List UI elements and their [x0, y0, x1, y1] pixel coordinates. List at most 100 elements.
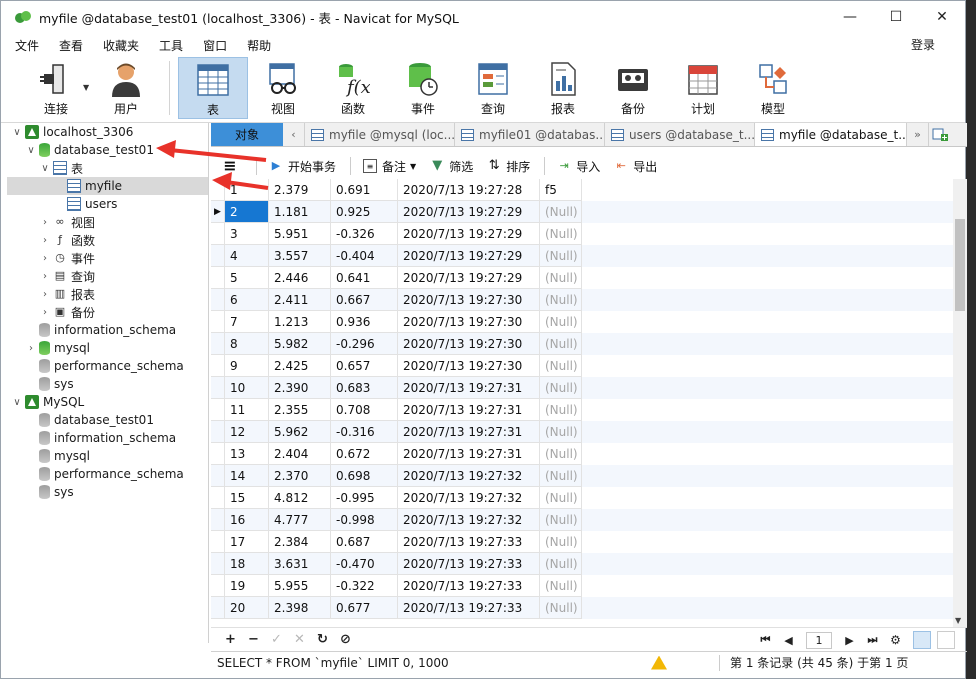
- table-row[interactable]: 6 2.411 0.667 2020/7/13 19:27:30 (Null): [211, 289, 953, 311]
- import-button[interactable]: ⇥ 导入: [557, 158, 601, 175]
- cell-null[interactable]: (Null): [540, 223, 582, 245]
- cell-value[interactable]: 0.657: [331, 355, 398, 377]
- cell-value[interactable]: 0.698: [331, 465, 398, 487]
- table-row[interactable]: 10 2.390 0.683 2020/7/13 19:27:31 (Null): [211, 377, 953, 399]
- cell-value[interactable]: 5.962: [269, 421, 331, 443]
- cell-id[interactable]: 12: [225, 421, 269, 443]
- cell-value[interactable]: 5.982: [269, 333, 331, 355]
- cell-value[interactable]: -0.322: [331, 575, 398, 597]
- tab-myfile01-database[interactable]: myfile01 @databas...: [455, 123, 605, 146]
- cell-value[interactable]: 4.777: [269, 509, 331, 531]
- table-row[interactable]: 12 5.962 -0.316 2020/7/13 19:27:31 (Null): [211, 421, 953, 443]
- cell-id[interactable]: 11: [225, 399, 269, 421]
- begin-transaction-button[interactable]: ▶ 开始事务: [269, 158, 336, 175]
- table-row[interactable]: 8 5.982 -0.296 2020/7/13 19:27:30 (Null): [211, 333, 953, 355]
- cell-null[interactable]: (Null): [540, 289, 582, 311]
- cell-datetime[interactable]: 2020/7/13 19:27:33: [398, 531, 540, 553]
- cell-value[interactable]: 5.955: [269, 575, 331, 597]
- cell-null[interactable]: (Null): [540, 575, 582, 597]
- cell-value[interactable]: 0.708: [331, 399, 398, 421]
- cell-value[interactable]: 2.425: [269, 355, 331, 377]
- cell-value[interactable]: 3.557: [269, 245, 331, 267]
- tree-item-10[interactable]: › ▣ 备份: [7, 303, 208, 321]
- tab-users-database[interactable]: users @database_t...: [605, 123, 755, 146]
- cell-value[interactable]: -0.316: [331, 421, 398, 443]
- toolbar-backup-button[interactable]: 备份: [598, 57, 668, 119]
- cell-null[interactable]: (Null): [540, 509, 582, 531]
- cell-value[interactable]: 2.404: [269, 443, 331, 465]
- tree-item-performance-schema[interactable]: performance_schema: [7, 465, 208, 483]
- tree-item-mysql[interactable]: ∨ MySQL: [7, 393, 208, 411]
- cell-null[interactable]: (Null): [540, 487, 582, 509]
- table-row[interactable]: 7 1.213 0.936 2020/7/13 19:27:30 (Null): [211, 311, 953, 333]
- cell-datetime[interactable]: 2020/7/13 19:27:33: [398, 575, 540, 597]
- toolbar-user-button[interactable]: 用户: [91, 57, 161, 119]
- cell-id[interactable]: 15: [225, 487, 269, 509]
- cell-value[interactable]: -0.470: [331, 553, 398, 575]
- cell-value[interactable]: 0.667: [331, 289, 398, 311]
- tree-item-users[interactable]: users: [7, 195, 208, 213]
- login-link[interactable]: 登录: [911, 36, 935, 53]
- cell-value[interactable]: 0.687: [331, 531, 398, 553]
- chevron-right-icon[interactable]: ›: [39, 217, 51, 228]
- cell-value[interactable]: 0.691: [331, 179, 398, 201]
- toolbar-connection-button[interactable]: 连接: [21, 57, 91, 119]
- cell-id[interactable]: 18: [225, 553, 269, 575]
- cell-null[interactable]: (Null): [540, 311, 582, 333]
- table-row[interactable]: 1 2.379 0.691 2020/7/13 19:27:28 f5: [211, 179, 953, 201]
- delete-record-button[interactable]: −: [242, 632, 265, 647]
- scroll-down-icon[interactable]: ▼: [955, 616, 961, 625]
- chevron-right-icon[interactable]: ›: [39, 235, 51, 246]
- cell-null[interactable]: (Null): [540, 443, 582, 465]
- tree-item-database-test01[interactable]: ∨ database_test01: [7, 141, 208, 159]
- table-row[interactable]: 15 4.812 -0.995 2020/7/13 19:27:32 (Null): [211, 487, 953, 509]
- cell-null[interactable]: (Null): [540, 553, 582, 575]
- table-row[interactable]: 5 2.446 0.641 2020/7/13 19:27:29 (Null): [211, 267, 953, 289]
- cell-value[interactable]: -0.998: [331, 509, 398, 531]
- cell-null[interactable]: (Null): [540, 377, 582, 399]
- grid-view-toggle-icon[interactable]: [913, 631, 931, 649]
- last-page-button[interactable]: ⏭: [861, 633, 884, 647]
- table-row[interactable]: 13 2.404 0.672 2020/7/13 19:27:31 (Null): [211, 443, 953, 465]
- chevron-down-icon[interactable]: ∨: [11, 127, 23, 138]
- chevron-right-icon[interactable]: ›: [39, 289, 51, 300]
- cell-datetime[interactable]: 2020/7/13 19:27:30: [398, 311, 540, 333]
- tree-item-5[interactable]: › ∞ 视图: [7, 213, 208, 231]
- cell-datetime[interactable]: 2020/7/13 19:27:29: [398, 201, 540, 223]
- chevron-right-icon[interactable]: ›: [25, 343, 37, 354]
- menu-window[interactable]: 窗口: [193, 37, 237, 54]
- tree-item-database-test01[interactable]: database_test01: [7, 411, 208, 429]
- cell-datetime[interactable]: 2020/7/13 19:27:33: [398, 553, 540, 575]
- discard-changes-button[interactable]: ✕: [288, 632, 311, 647]
- tree-item-7[interactable]: › ◷ 事件: [7, 249, 208, 267]
- cell-id[interactable]: 9: [225, 355, 269, 377]
- new-tab-icon[interactable]: [929, 123, 951, 146]
- table-row[interactable]: 19 5.955 -0.322 2020/7/13 19:27:33 (Null): [211, 575, 953, 597]
- tab-objects[interactable]: 对象: [211, 123, 283, 146]
- cell-id[interactable]: 10: [225, 377, 269, 399]
- cell-id[interactable]: 20: [225, 597, 269, 619]
- cell-value[interactable]: 0.936: [331, 311, 398, 333]
- cell-value[interactable]: 5.951: [269, 223, 331, 245]
- cell-value[interactable]: 2.370: [269, 465, 331, 487]
- form-view-toggle-icon[interactable]: [937, 631, 955, 649]
- cell-datetime[interactable]: 2020/7/13 19:27:33: [398, 597, 540, 619]
- cell-id[interactable]: 19: [225, 575, 269, 597]
- cell-datetime[interactable]: 2020/7/13 19:27:29: [398, 223, 540, 245]
- note-button[interactable]: ≡ 备注 ▼: [363, 158, 416, 175]
- sort-button[interactable]: ⇅ 排序: [487, 158, 530, 175]
- grid-vertical-scrollbar[interactable]: ▼: [953, 179, 967, 627]
- cell-id[interactable]: 16: [225, 509, 269, 531]
- menu-tools[interactable]: 工具: [149, 37, 193, 54]
- toolbar-query-button[interactable]: 查询: [458, 57, 528, 119]
- cell-value[interactable]: 0.641: [331, 267, 398, 289]
- tree-item-9[interactable]: › ▥ 报表: [7, 285, 208, 303]
- cell-datetime[interactable]: 2020/7/13 19:27:31: [398, 443, 540, 465]
- toolbar-report-button[interactable]: 报表: [528, 57, 598, 119]
- stop-button[interactable]: ⊘: [334, 632, 357, 647]
- cell-id[interactable]: 2: [225, 201, 269, 223]
- toolbar-model-button[interactable]: 模型: [738, 57, 808, 119]
- table-row[interactable]: 11 2.355 0.708 2020/7/13 19:27:31 (Null): [211, 399, 953, 421]
- cell-id[interactable]: 6: [225, 289, 269, 311]
- cell-null[interactable]: f5: [540, 179, 582, 201]
